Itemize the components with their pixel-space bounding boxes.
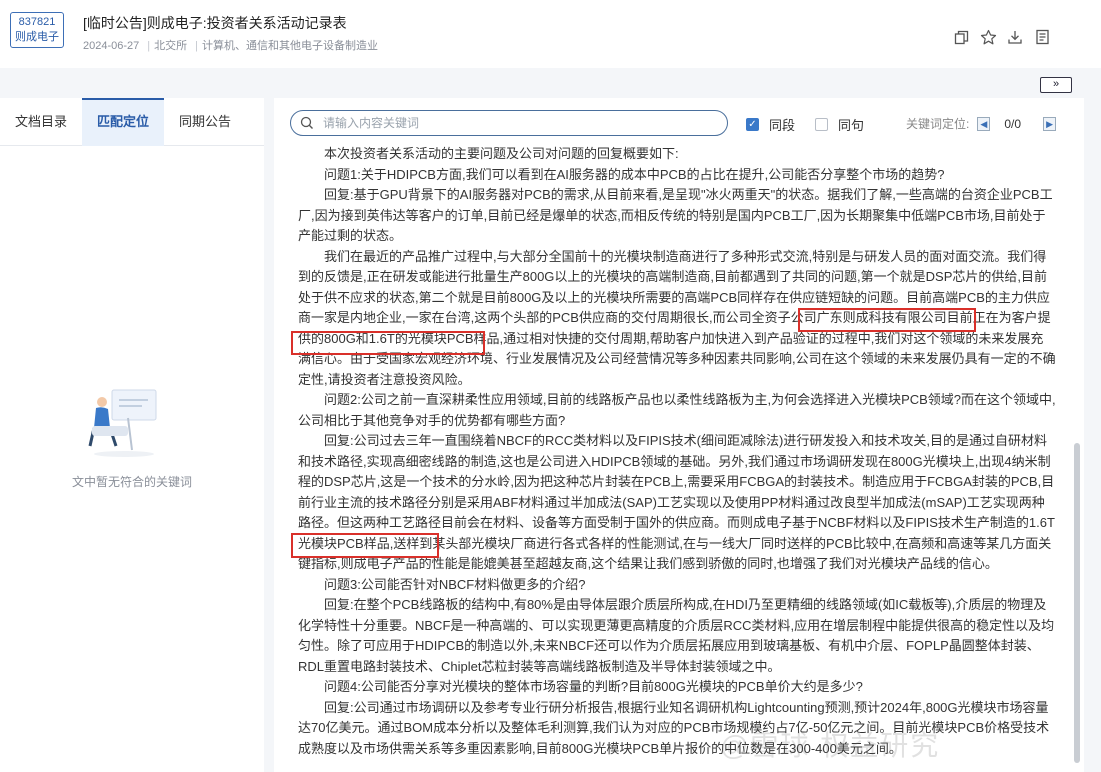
paragraph: 问题2:公司之前一直深耕柔性应用领域,目前的线路板产品也以柔性线路板为主,为何会…	[298, 392, 1056, 428]
paragraph: 问题1:关于HDIPCB方面,我们可以看到在AI服务器的成本中PCB的占比在提升…	[324, 166, 945, 182]
collapse-panel-button[interactable]: »	[1040, 77, 1072, 93]
star-icon[interactable]	[979, 28, 997, 46]
search-icon	[300, 116, 314, 135]
document-viewer: ✓ 同段 同句 关键词定位: ◀ 0/0 ▶ 本次投资者关系活动的主要问题及公司…	[274, 98, 1084, 772]
paragraph: 本次投资者关系活动的主要问题及公司对问题的回复概要如下:	[324, 146, 679, 161]
same-sentence-checkbox[interactable]	[815, 118, 828, 131]
tab-match-locate[interactable]: 匹配定位	[82, 98, 164, 146]
next-keyword-button[interactable]: ▶	[1043, 116, 1057, 131]
copy-icon[interactable]	[952, 28, 970, 46]
keyword-count: 0/0	[1004, 116, 1022, 131]
keyword-nav-label: 关键词定位:	[906, 117, 970, 131]
document-content: 本次投资者关系活动的主要问题及公司对问题的回复概要如下: 问题1:关于HDIPC…	[298, 144, 1056, 759]
tab-related-announcements[interactable]: 同期公告	[164, 98, 246, 146]
same-paragraph-label: 同段	[769, 118, 796, 133]
paragraph: 问题4:公司能否分享对光模块的整体市场容量的判断?目前800G光模块的PCB单价…	[324, 679, 863, 694]
paragraph: 回复:基于GPU背景下的AI服务器对PCB的需求,从目前来看,是呈现"冰火两重天…	[298, 187, 1053, 243]
document-header: 837821 则成电子 [临时公告]则成电子:投资者关系活动记录表 2024-0…	[0, 0, 1101, 68]
stock-name: 则成电子	[15, 31, 59, 43]
same-sentence-filter[interactable]: 同句	[815, 115, 864, 134]
tab-table-of-contents[interactable]: 文档目录	[0, 98, 82, 146]
exchange-label: 北交所	[154, 40, 188, 52]
highlight-box-subsidiary	[798, 308, 976, 332]
keyword-search	[290, 110, 728, 136]
scrollbar-thumb[interactable]	[1074, 443, 1080, 763]
highlight-box-1-6t-sample	[291, 533, 439, 558]
document-icon[interactable]	[1033, 28, 1051, 46]
paragraph: 问题3:公司能否针对NBCF材料做更多的介绍?	[324, 576, 586, 592]
same-sentence-label: 同句	[838, 118, 865, 133]
same-paragraph-checkbox[interactable]: ✓	[746, 118, 759, 131]
keyword-search-input[interactable]	[323, 114, 713, 132]
left-panel: 文档目录 匹配定位 同期公告 文中暂无符合的关键词	[0, 98, 264, 772]
paragraph: 回复:在整个PCB线路板的结构中,有80%是由导体层跟介质层所构成,在HDI乃至…	[298, 597, 1055, 674]
stock-badge[interactable]: 837821 则成电子	[10, 12, 64, 48]
same-paragraph-filter[interactable]: ✓ 同段	[746, 115, 795, 134]
highlight-box-800g-sample	[291, 331, 485, 355]
announcement-date: 2024-06-27	[83, 40, 140, 52]
industry-label: 计算机、通信和其他电子设备制造业	[202, 40, 378, 52]
announcement-title: [临时公告]则成电子:投资者关系活动记录表	[83, 15, 347, 31]
watermark: @雪球 权益研究	[720, 730, 941, 761]
empty-state-text: 文中暂无符合的关键词	[71, 475, 192, 489]
empty-state-illustration	[82, 388, 172, 460]
stock-code: 837821	[18, 16, 56, 28]
announcement-meta: 2024-06-27 | 北交所 | 计算机、通信和其他电子设备制造业	[83, 40, 378, 52]
download-icon[interactable]	[1006, 28, 1024, 46]
keyword-navigation: 关键词定位: ◀ 0/0 ▶	[906, 115, 1057, 132]
header-actions	[952, 28, 1051, 46]
paragraph: 回复:公司通过市场调研以及参考专业行研分析报告,根据行业知名调研机构Lightc…	[298, 699, 1050, 756]
left-tabs: 文档目录 匹配定位 同期公告	[0, 98, 264, 146]
prev-keyword-button[interactable]: ◀	[977, 116, 991, 131]
